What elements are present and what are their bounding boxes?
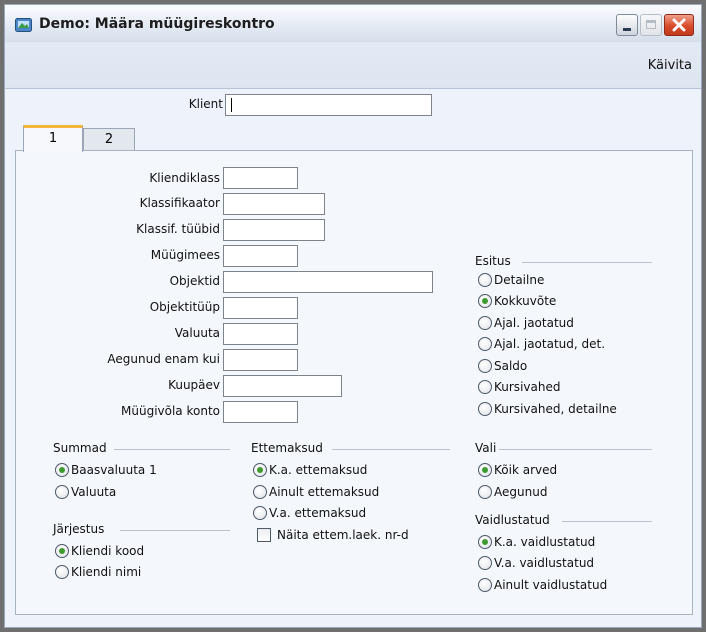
radio-icon	[253, 506, 267, 520]
tab-1-label: 1	[48, 131, 58, 146]
aegunud-input[interactable]	[223, 349, 298, 371]
objektid-input[interactable]	[223, 271, 433, 293]
radio-selected-icon	[55, 544, 69, 558]
vali-divider	[499, 449, 652, 450]
radio-icon	[478, 380, 492, 394]
summad-divider	[114, 449, 230, 450]
run-button[interactable]: Käivita	[648, 58, 692, 73]
title-bar[interactable]: Demo: Määra müügireskontro	[4, 4, 702, 42]
kliendiklass-label: Kliendiklass	[149, 171, 220, 185]
myygivola-label: Müügivõla konto	[121, 404, 220, 418]
radio-icon	[478, 337, 492, 351]
radio-icon	[478, 402, 492, 416]
window-content: Käivita Klient 1 2 Kliendiklass Klassifi…	[4, 42, 702, 628]
kliendiklass-input[interactable]	[223, 167, 298, 189]
summad-title: Summad	[53, 441, 107, 455]
myygivola-input[interactable]	[223, 401, 298, 423]
aegunud-label: Aegunud enam kui	[107, 352, 220, 366]
radio-icon	[253, 485, 267, 499]
radio-icon	[478, 273, 492, 287]
checkbox-icon	[257, 528, 271, 542]
window-title: Demo: Määra müügireskontro	[39, 16, 275, 32]
objektityyp-label: Objektitüüp	[149, 300, 220, 314]
close-button[interactable]	[664, 14, 694, 36]
radio-icon	[478, 485, 492, 499]
objektityyp-input[interactable]	[223, 297, 298, 319]
esitus-title: Esitus	[475, 254, 511, 268]
app-window: Demo: Määra müügireskontro Käivita Klien…	[0, 0, 706, 632]
maximize-icon	[646, 20, 656, 29]
tab-2-label: 2	[104, 132, 114, 147]
klassif-tyybid-label: Klassif. tüübid	[136, 222, 220, 236]
radio-icon	[55, 565, 69, 579]
minimize-icon	[623, 28, 631, 31]
kuupaev-label: Kuupäev	[168, 378, 220, 392]
objektid-label: Objektid	[169, 274, 220, 288]
radio-selected-icon	[478, 535, 492, 549]
vaidlustatud-title: Vaidlustatud	[475, 513, 550, 527]
radio-selected-icon	[478, 463, 492, 477]
valuuta-label: Valuuta	[174, 326, 220, 340]
tab-2[interactable]: 2	[83, 128, 135, 150]
radio-icon	[478, 578, 492, 592]
tab-panel: Kliendiklass Klassifikaator Klassif. tüü…	[15, 150, 693, 615]
radio-selected-icon	[55, 463, 69, 477]
ettemaksud-divider	[332, 449, 450, 450]
text-cursor	[231, 98, 232, 112]
myygimees-label: Müügimees	[150, 248, 220, 262]
close-icon	[672, 18, 686, 32]
client-input[interactable]	[225, 94, 432, 116]
radio-icon	[478, 316, 492, 330]
kuupaev-input[interactable]	[223, 375, 342, 397]
radio-selected-icon	[478, 294, 492, 308]
vaidlustatud-divider	[562, 521, 652, 522]
esitus-divider	[522, 262, 652, 263]
jarjestus-divider	[120, 530, 230, 531]
klassifikaator-label: Klassifikaator	[139, 196, 220, 210]
valuuta-input[interactable]	[223, 323, 298, 345]
radio-selected-icon	[253, 463, 267, 477]
client-label: Klient	[188, 97, 223, 111]
radio-icon	[478, 359, 492, 373]
klassifikaator-input[interactable]	[223, 193, 325, 215]
jarjestus-title: Järjestus	[53, 522, 105, 536]
myygimees-input[interactable]	[223, 245, 298, 267]
ettemaksud-title: Ettemaksud	[251, 441, 323, 455]
klassif-tyybid-input[interactable]	[223, 219, 325, 241]
vali-title: Vali	[475, 441, 497, 455]
toolbar: Käivita	[5, 42, 701, 89]
app-icon	[15, 18, 32, 32]
radio-icon	[478, 556, 492, 570]
minimize-button[interactable]	[616, 14, 638, 36]
radio-icon	[55, 485, 69, 499]
tab-1[interactable]: 1	[23, 125, 83, 152]
maximize-button[interactable]	[640, 14, 662, 36]
